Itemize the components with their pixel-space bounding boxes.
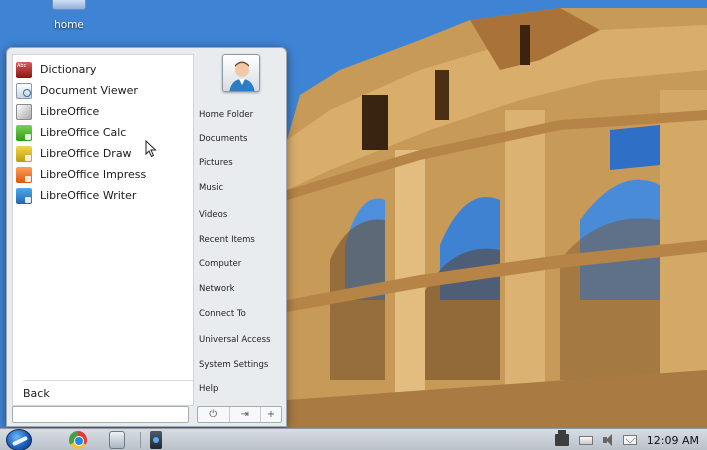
applications-panel: Dictionary Document Viewer LibreOffice L… — [12, 54, 194, 406]
logout-icon: ⇥ — [240, 409, 249, 420]
app-label: Dictionary — [40, 63, 97, 76]
app-label: LibreOffice Impress — [40, 168, 147, 181]
home-folder-desktop-icon[interactable]: home — [44, 0, 94, 31]
file-manager-icon[interactable] — [109, 431, 125, 449]
place-home-folder[interactable]: Home Folder — [199, 110, 253, 120]
app-label: LibreOffice Draw — [40, 147, 132, 160]
libreoffice-calc-icon — [16, 124, 32, 141]
app-item-libreoffice-writer[interactable]: LibreOffice Writer — [13, 185, 193, 206]
place-system-settings[interactable]: System Settings — [199, 360, 268, 370]
mail-icon[interactable] — [622, 435, 637, 445]
keyboard-icon[interactable] — [578, 435, 593, 445]
place-pictures[interactable]: Pictures — [199, 158, 233, 168]
document-viewer-icon — [16, 82, 32, 99]
app-label: LibreOffice — [40, 105, 100, 118]
add-button[interactable]: + — [261, 407, 281, 422]
divider — [23, 380, 193, 381]
libreoffice-draw-icon — [16, 145, 32, 162]
app-label: LibreOffice Calc — [40, 126, 127, 139]
user-avatar[interactable] — [222, 54, 260, 92]
logout-button[interactable]: ⇥ — [230, 407, 261, 422]
user-avatar-icon — [229, 61, 255, 91]
libreoffice-icon — [16, 103, 32, 120]
app-item-dictionary[interactable]: Dictionary — [13, 59, 193, 80]
place-help[interactable]: Help — [199, 384, 218, 394]
app-item-libreoffice-calc[interactable]: LibreOffice Calc — [13, 122, 193, 143]
chrome-icon[interactable] — [69, 431, 87, 449]
taskbar-separator — [140, 432, 141, 448]
app-item-libreoffice-impress[interactable]: LibreOffice Impress — [13, 164, 193, 185]
place-universal-access[interactable]: Universal Access — [199, 335, 271, 345]
taskbar: 12:09 AM — [0, 428, 707, 450]
libreoffice-writer-icon — [16, 187, 32, 204]
app-item-document-viewer[interactable]: Document Viewer — [13, 80, 193, 101]
app-item-libreoffice-draw[interactable]: LibreOffice Draw — [13, 143, 193, 164]
libreoffice-impress-icon — [16, 166, 32, 183]
home-folder-icon — [52, 0, 86, 10]
application-list: Dictionary Document Viewer LibreOffice L… — [13, 55, 193, 206]
app-shortcut-icon[interactable] — [150, 431, 162, 449]
place-connect-to[interactable]: Connect To — [199, 309, 246, 319]
power-button[interactable]: ⏻ — [198, 407, 230, 422]
place-recent-items[interactable]: Recent Items — [199, 235, 255, 245]
search-input[interactable] — [12, 406, 189, 423]
session-actions: ⏻ ⇥ + — [197, 406, 282, 423]
start-menu: Dictionary Document Viewer LibreOffice L… — [6, 47, 287, 427]
app-item-libreoffice[interactable]: LibreOffice — [13, 101, 193, 122]
place-documents[interactable]: Documents — [199, 134, 247, 144]
system-tray: 12:09 AM — [554, 429, 699, 450]
mouse-pointer-icon — [145, 140, 157, 158]
place-computer[interactable]: Computer — [199, 259, 241, 269]
volume-icon[interactable] — [602, 434, 613, 446]
place-network[interactable]: Network — [199, 284, 235, 294]
dictionary-icon — [16, 61, 32, 78]
home-folder-label: home — [54, 19, 84, 31]
place-videos[interactable]: Videos — [199, 210, 227, 220]
app-label: Document Viewer — [40, 84, 138, 97]
network-icon[interactable] — [554, 430, 569, 446]
start-menu-button[interactable] — [6, 429, 32, 450]
power-icon: ⏻ — [209, 409, 218, 420]
plus-icon: + — [266, 409, 276, 420]
clock[interactable]: 12:09 AM — [647, 434, 699, 447]
back-button[interactable]: Back — [23, 387, 50, 400]
place-music[interactable]: Music — [199, 183, 223, 193]
app-label: LibreOffice Writer — [40, 189, 137, 202]
